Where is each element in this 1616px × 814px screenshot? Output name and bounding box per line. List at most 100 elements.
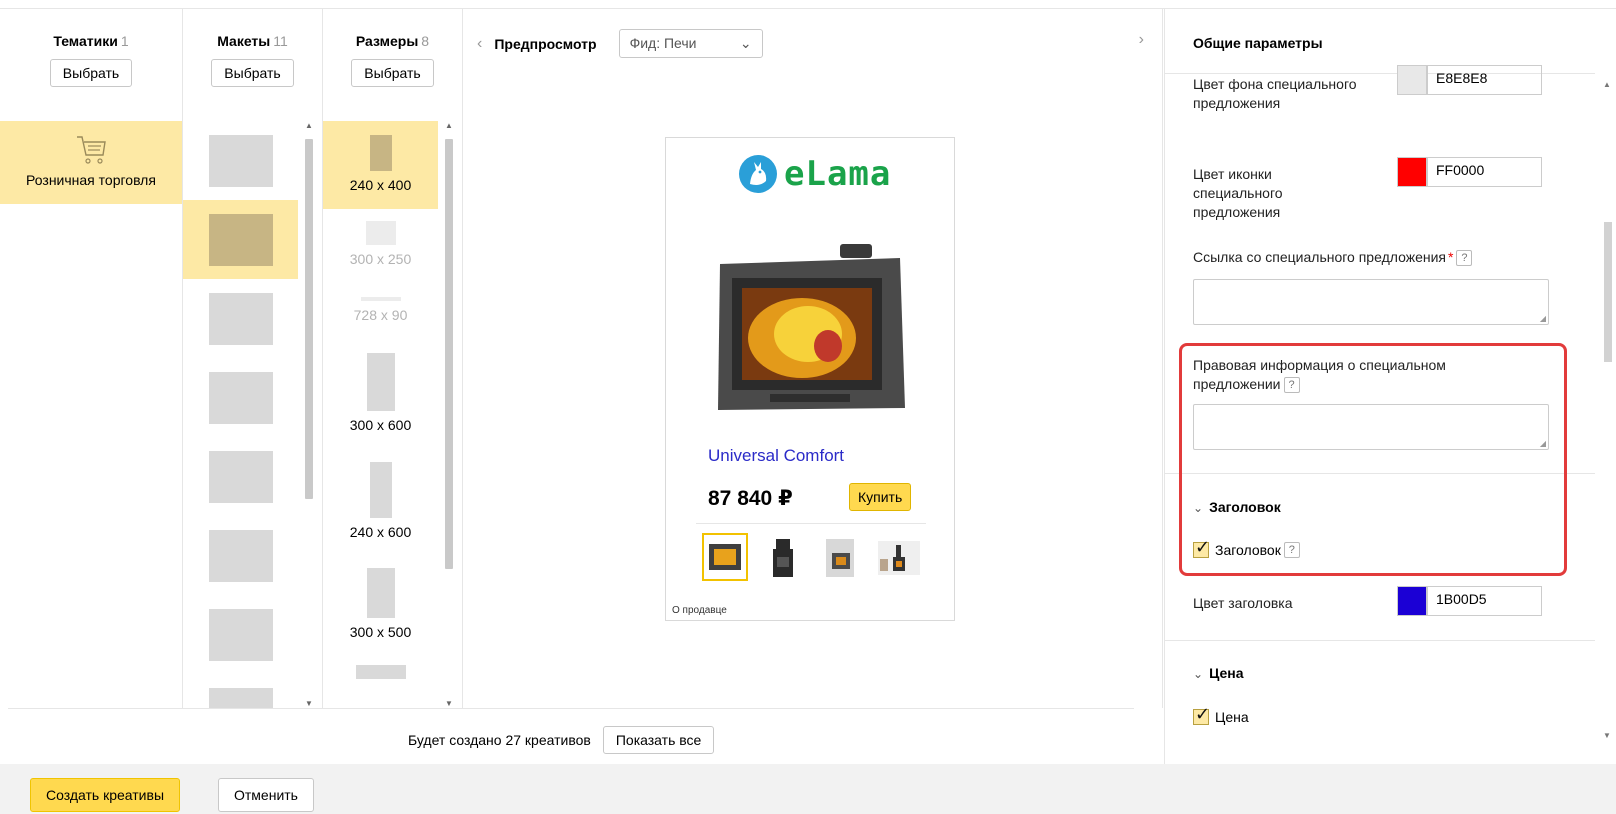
- section-divider: [1165, 640, 1595, 641]
- top-border: [0, 0, 1616, 9]
- params-scrollbar[interactable]: ▲ ▼: [1600, 74, 1616, 744]
- chevron-right-icon[interactable]: ›: [1139, 31, 1144, 49]
- layouts-title: Макеты 11: [217, 33, 288, 49]
- themes-select-button[interactable]: Выбрать: [49, 59, 133, 87]
- checkbox-checked-icon[interactable]: [1193, 704, 1210, 725]
- scrollbar-thumb[interactable]: [1604, 222, 1612, 362]
- layouts-scrollbar[interactable]: ▲ ▼: [304, 121, 314, 708]
- title-color-swatch[interactable]: [1397, 586, 1427, 616]
- thumbnail-interior[interactable]: [818, 533, 864, 581]
- bg-color-label: Цвет фона специального предложения: [1193, 76, 1357, 111]
- layout-thumbnail: [208, 529, 273, 582]
- size-thumbnail: [366, 353, 395, 411]
- sizes-count: 8: [421, 33, 430, 49]
- icon-color-input[interactable]: FF0000: [1427, 157, 1542, 187]
- required-mark: *: [1447, 249, 1454, 265]
- size-thumbnail: [365, 221, 396, 245]
- buy-button[interactable]: Купить: [849, 483, 912, 511]
- sizes-title: Размеры 8: [355, 33, 430, 49]
- size-item[interactable]: [323, 665, 438, 679]
- layout-thumbnail: [208, 371, 273, 424]
- thumbnail-room[interactable]: [876, 533, 922, 581]
- thumbnail-fireplace-selected[interactable]: [702, 533, 748, 581]
- thumbnail-stove[interactable]: [760, 533, 806, 581]
- resize-grip-icon[interactable]: ◢: [1540, 314, 1546, 323]
- themes-count: 1: [120, 33, 129, 49]
- icon-color-row: Цвет иконки специального предложения: [1193, 165, 1363, 222]
- params-title: Общие параметры: [1193, 35, 1323, 51]
- chevron-down-icon: ⌄: [1193, 667, 1204, 681]
- layout-item[interactable]: [183, 279, 298, 358]
- size-label: 300 x 500: [349, 624, 412, 640]
- size-thumbnail: [366, 568, 395, 618]
- layout-item[interactable]: [183, 674, 298, 708]
- sizes-select-button[interactable]: Выбрать: [351, 59, 434, 87]
- cancel-button[interactable]: Отменить: [218, 778, 314, 812]
- logo-text: eLama: [784, 154, 892, 194]
- layout-thumbnail: [208, 450, 273, 503]
- elama-logo: eLama: [738, 154, 891, 194]
- layout-thumbnail: [208, 292, 273, 345]
- size-item[interactable]: 728 x 90: [323, 297, 438, 323]
- theme-item-retail[interactable]: Розничная торговля: [0, 121, 182, 204]
- size-thumbnail: [369, 462, 392, 518]
- layouts-count: 11: [273, 33, 288, 49]
- price-checkbox[interactable]: Цена: [1193, 704, 1249, 725]
- link-label-row: Ссылка со специального предложения *?: [1193, 249, 1473, 267]
- link-input[interactable]: ◢: [1193, 279, 1549, 325]
- create-creatives-button[interactable]: Создать креативы: [30, 778, 181, 812]
- icon-color-swatch[interactable]: [1397, 157, 1427, 187]
- scroll-down-icon[interactable]: ▼: [1603, 731, 1611, 740]
- title-color-label: Цвет заголовка: [1193, 595, 1293, 611]
- size-item[interactable]: 240 x 600: [323, 462, 438, 540]
- scroll-up-icon[interactable]: ▲: [304, 121, 314, 130]
- scrollbar-thumb[interactable]: [305, 139, 313, 499]
- layout-thumbnail: [208, 608, 273, 661]
- size-item-selected[interactable]: 240 x 400: [323, 121, 438, 209]
- feed-select[interactable]: Фид: Печи ⌄: [618, 29, 763, 58]
- size-label: 240 x 600: [349, 524, 412, 540]
- fireplace-image: [718, 244, 905, 410]
- bg-color-swatch[interactable]: [1397, 65, 1427, 95]
- icon-color-label: Цвет иконки специального предложения: [1193, 166, 1283, 220]
- product-thumbnails: [702, 533, 928, 581]
- layout-item[interactable]: [183, 358, 298, 437]
- scroll-up-icon[interactable]: ▲: [1603, 80, 1611, 89]
- llama-icon: [739, 155, 777, 193]
- sizes-list: 240 x 400 300 x 250 728 x 90 300 x 600 2…: [323, 121, 462, 708]
- preview-panel: ‹ Предпросмотр Фид: Печи ⌄ › eLama Unive…: [463, 9, 1163, 708]
- sizes-scrollbar[interactable]: ▲ ▼: [444, 121, 454, 708]
- size-item[interactable]: 300 x 250: [323, 221, 438, 267]
- chevron-left-icon[interactable]: ‹: [477, 35, 482, 53]
- layout-item[interactable]: [183, 595, 298, 674]
- title-color-input[interactable]: 1B00D5: [1427, 586, 1542, 616]
- layouts-select-button[interactable]: Выбрать: [211, 59, 294, 87]
- themes-column: Тематики 1 Выбрать Розничная торговля: [0, 9, 183, 708]
- create-count-text: Будет создано 27 креативов: [408, 732, 591, 748]
- bg-color-input[interactable]: E8E8E8: [1427, 65, 1542, 95]
- scrollbar-thumb[interactable]: [445, 139, 453, 569]
- product-title[interactable]: Universal Comfort: [708, 446, 844, 466]
- layout-item-selected[interactable]: [183, 200, 298, 279]
- size-thumbnail: [369, 135, 392, 171]
- scroll-up-icon[interactable]: ▲: [444, 121, 454, 130]
- size-item[interactable]: 300 x 600: [323, 353, 438, 433]
- chevron-down-icon: ⌄: [739, 35, 752, 51]
- layout-item[interactable]: [183, 437, 298, 516]
- layouts-column: Макеты 11 Выбрать ▲ ▼: [183, 9, 323, 708]
- size-label: 240 x 400: [349, 177, 412, 193]
- size-thumbnail: [355, 665, 406, 679]
- layout-item[interactable]: [183, 121, 298, 200]
- layout-item[interactable]: [183, 516, 298, 595]
- size-thumbnail: [360, 297, 401, 301]
- section-price-toggle[interactable]: ⌄ Цена: [1193, 665, 1244, 681]
- layouts-list: [183, 121, 322, 708]
- help-icon[interactable]: ?: [1456, 250, 1473, 267]
- seller-link[interactable]: О продавце: [672, 605, 727, 616]
- size-item[interactable]: 300 x 500: [323, 568, 438, 640]
- show-all-button[interactable]: Показать все: [602, 726, 715, 754]
- title-color-row: Цвет заголовка: [1193, 594, 1363, 613]
- scroll-down-icon[interactable]: ▼: [444, 699, 454, 708]
- scroll-down-icon[interactable]: ▼: [304, 699, 314, 708]
- create-info: Будет создано 27 креативов Показать все: [408, 726, 715, 754]
